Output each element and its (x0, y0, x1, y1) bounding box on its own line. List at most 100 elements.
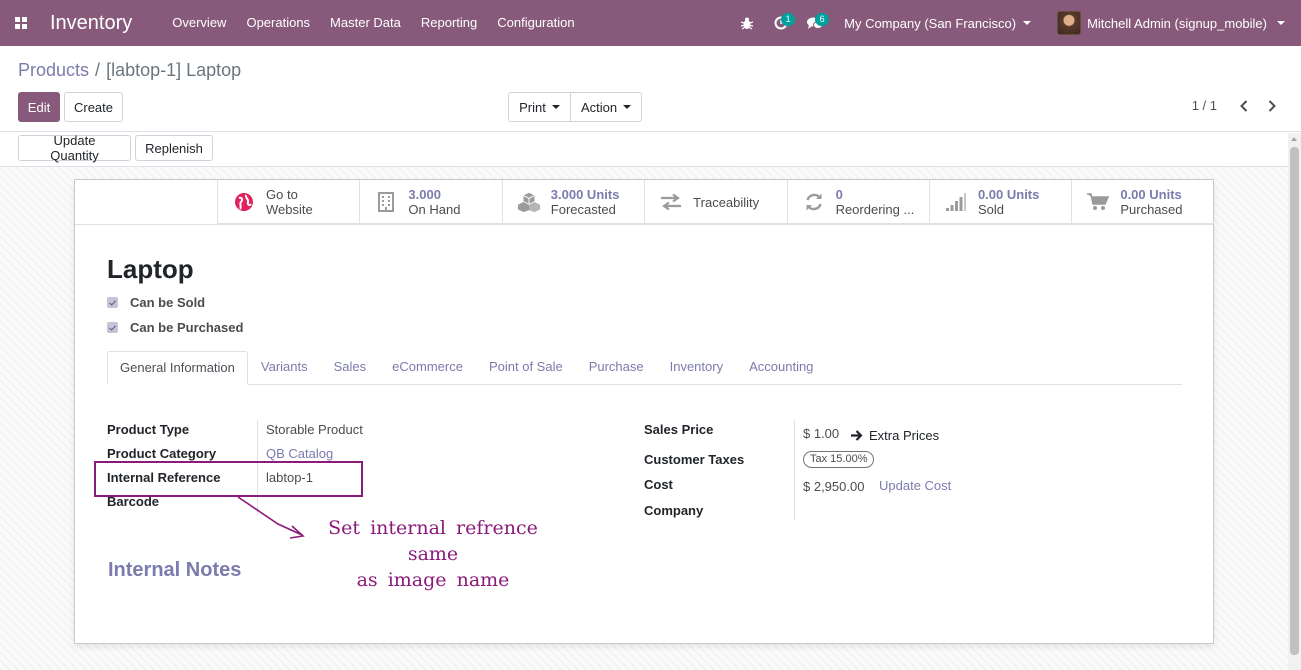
can-be-purchased-checkbox[interactable] (107, 322, 118, 333)
annotation-note: Set internal refrence same as image name (305, 515, 561, 593)
tab-point-of-sale[interactable]: Point of Sale (476, 351, 576, 385)
smart-button-website[interactable]: Go to Website (217, 180, 359, 224)
caret-down-icon (623, 105, 632, 109)
tab-inventory[interactable]: Inventory (657, 351, 736, 385)
cart-icon (1086, 190, 1110, 214)
apps-menu-icon[interactable] (0, 0, 36, 46)
tab-general-information[interactable]: General Information (107, 351, 248, 385)
top-navbar: Inventory Overview Operations Master Dat… (0, 0, 1301, 46)
tab-ecommerce[interactable]: eCommerce (379, 351, 476, 385)
tab-accounting[interactable]: Accounting (736, 351, 826, 385)
annotation-highlight-box (94, 461, 363, 497)
smart-purchased-label: Purchased (1120, 202, 1183, 217)
building-icon (374, 190, 398, 214)
menu-overview[interactable]: Overview (162, 0, 236, 46)
smart-website-value: Go to (266, 187, 298, 202)
can-be-sold-checkbox[interactable] (107, 297, 118, 308)
activity-clock-icon[interactable]: 1 (764, 0, 798, 46)
annotation-line-1: Set internal refrence same (328, 517, 538, 565)
user-name: Mitchell Admin (signup_mobile) (1087, 15, 1267, 31)
cost-value[interactable]: $ 2,950.00 (803, 479, 864, 494)
can-be-purchased-label: Can be Purchased (130, 320, 244, 335)
refresh-icon (802, 190, 826, 214)
can-be-purchased-row: Can be Purchased (107, 320, 243, 335)
create-button[interactable]: Create (64, 92, 123, 122)
sales-price-label: Sales Price (644, 422, 714, 437)
menu-master-data[interactable]: Master Data (320, 0, 411, 46)
smart-on-hand-value: 3.000 (408, 187, 441, 202)
scroll-up-arrow-icon[interactable] (1291, 137, 1297, 141)
menu-reporting[interactable]: Reporting (411, 0, 487, 46)
product-type-value[interactable]: Storable Product (266, 422, 363, 437)
company-switcher[interactable]: My Company (San Francisco) (832, 16, 1043, 31)
button-box-divider (75, 224, 1213, 225)
print-dropdown-button[interactable]: Print (508, 92, 571, 122)
menu-operations[interactable]: Operations (236, 0, 320, 46)
messages-count-badge: 6 (815, 13, 830, 26)
smart-button-forecasted[interactable]: 3.000 Units Forecasted (501, 180, 644, 224)
company-name: My Company (San Francisco) (844, 15, 1017, 31)
smart-traceability-label: Traceability (693, 194, 760, 210)
replenish-button[interactable]: Replenish (135, 135, 213, 161)
messages-chat-icon[interactable]: 6 (798, 0, 832, 46)
smart-button-reordering[interactable]: 0 Reordering ... (786, 180, 929, 224)
smart-button-purchased[interactable]: 0.00 Units Purchased (1071, 180, 1213, 224)
smart-reordering-value: 0 (835, 187, 843, 202)
activity-count-badge: 1 (781, 13, 796, 26)
update-quantity-button[interactable]: Update Quantity (18, 133, 131, 163)
print-action-group: Print Action (508, 92, 642, 122)
notebook-tabs: General Information Variants Sales eComm… (107, 351, 1182, 385)
customer-tax-tag[interactable]: Tax 15.00% (803, 451, 875, 468)
smart-sold-value: 0.00 Units (977, 187, 1040, 202)
smart-button-box: Go to Website 3.000 On Hand 3.000 Units For… (217, 180, 1214, 224)
menu-configuration[interactable]: Configuration (487, 0, 584, 46)
extra-prices-label: Extra Prices (869, 428, 940, 443)
app-title[interactable]: Inventory (36, 12, 162, 35)
debug-bug-icon[interactable] (730, 0, 764, 46)
product-type-label: Product Type (107, 422, 190, 437)
product-name[interactable]: Laptop (107, 254, 194, 285)
print-label: Print (519, 99, 546, 115)
customer-taxes-label: Customer Taxes (644, 452, 745, 467)
smart-button-traceability[interactable]: Traceability (644, 180, 786, 224)
breadcrumb-products-link[interactable]: Products (18, 60, 89, 81)
breadcrumb: Products / [labtop-1] Laptop (18, 60, 241, 81)
form-sheet: Go to Website 3.000 On Hand 3.000 Units For… (74, 179, 1214, 644)
smart-on-hand-label: On Hand (408, 202, 461, 217)
pager-counter[interactable]: 1 / 1 (1192, 98, 1217, 113)
chevron-right-icon[interactable] (1265, 99, 1279, 113)
arrow-right-icon (851, 430, 863, 441)
tab-purchase[interactable]: Purchase (576, 351, 657, 385)
smart-forecasted-value: 3.000 Units (550, 187, 620, 202)
smart-reordering-label: Reordering ... (835, 202, 915, 217)
right-group-divider (794, 420, 795, 520)
sales-price-value[interactable]: $ 1.00 (803, 426, 839, 441)
smart-website-label: Website (266, 202, 313, 217)
user-menu[interactable]: Mitchell Admin (signup_mobile) (1043, 11, 1301, 35)
form-statusbar: Update Quantity Replenish (0, 133, 1301, 167)
pager: 1 / 1 (1192, 98, 1279, 113)
avatar (1057, 11, 1082, 35)
smart-sold-label: Sold (977, 202, 1004, 217)
extra-prices-button[interactable]: Extra Prices (851, 428, 939, 443)
smart-forecasted-label: Forecasted (550, 202, 616, 217)
edit-button[interactable]: Edit (18, 92, 60, 122)
tab-variants[interactable]: Variants (248, 351, 321, 385)
chevron-left-icon[interactable] (1237, 99, 1251, 113)
cubes-icon (517, 190, 541, 214)
breadcrumb-current: [labtop-1] Laptop (106, 60, 242, 80)
smart-button-sold[interactable]: 0.00 Units Sold (928, 180, 1071, 224)
annotation-arrow-icon (237, 496, 305, 539)
vertical-scrollbar[interactable] (1288, 133, 1301, 670)
product-category-link[interactable]: QB Catalog (266, 446, 333, 461)
exchange-icon (659, 190, 683, 214)
action-dropdown-button[interactable]: Action (570, 92, 642, 122)
annotation-line-2: as image name (356, 569, 510, 591)
update-cost-link[interactable]: Update Cost (879, 478, 951, 493)
scroll-thumb[interactable] (1290, 147, 1299, 655)
tab-sales[interactable]: Sales (321, 351, 380, 385)
product-category-label: Product Category (107, 446, 217, 461)
can-be-sold-row: Can be Sold (107, 295, 205, 310)
caret-down-icon (1277, 21, 1285, 25)
smart-button-on-hand[interactable]: 3.000 On Hand (359, 180, 501, 224)
